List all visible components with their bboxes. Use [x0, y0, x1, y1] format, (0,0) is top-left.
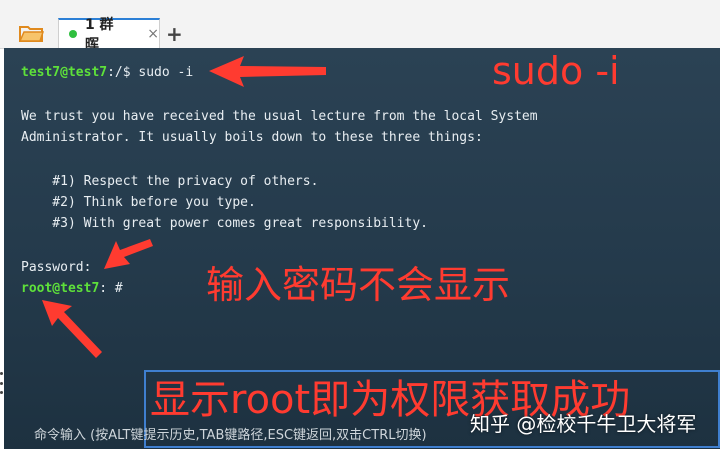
new-tab-button[interactable]: +: [166, 22, 183, 46]
terminal-view[interactable]: test7@test7:/$ sudo -i We trust you have…: [4, 48, 720, 449]
connected-status-icon: [69, 30, 77, 38]
tab-session-1[interactable]: 1 群晖 ×: [58, 17, 160, 53]
arrow-to-root-icon: [42, 300, 102, 358]
arrow-to-password-icon: [104, 239, 153, 269]
folder-icon: [18, 26, 44, 42]
tab-bar: 1 群晖 × +: [0, 0, 720, 53]
arrow-to-sudo-icon: [209, 56, 326, 87]
annotation-arrows: [42, 56, 326, 358]
close-icon[interactable]: ×: [147, 26, 159, 42]
open-folder-button[interactable]: [16, 22, 46, 44]
resize-handle[interactable]: [0, 372, 4, 394]
